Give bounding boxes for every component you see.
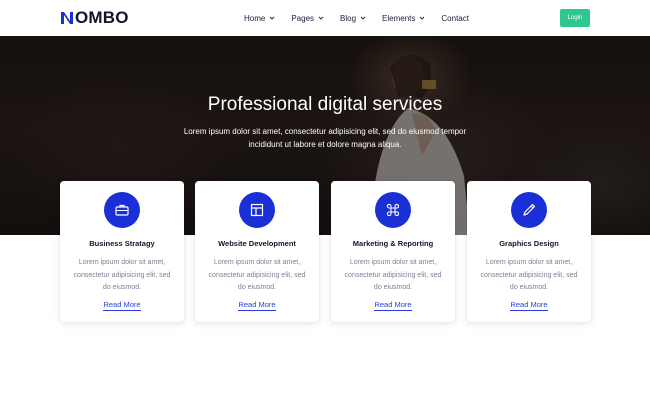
service-card: Business Stratagy Lorem ipsum dolor sit … xyxy=(60,181,184,322)
nav-item-label: Home xyxy=(244,13,266,23)
pen-icon xyxy=(511,192,547,228)
service-card: Graphics Design Lorem ipsum dolor sit am… xyxy=(467,181,591,322)
nav-item-label: Blog xyxy=(340,13,357,23)
read-more-link-wrap: Read More xyxy=(60,300,184,311)
service-description: Lorem ipsum dolor sit amet, consectetur … xyxy=(480,259,578,291)
chevron-down-icon xyxy=(318,16,324,20)
read-more-link-wrap: Read More xyxy=(195,300,319,311)
site-header: OMBO Home Pages Blog Elements Contact Lo… xyxy=(0,0,650,36)
service-title: Business Stratagy xyxy=(89,239,155,248)
chevron-down-icon xyxy=(270,16,275,20)
service-title: Graphics Design xyxy=(499,239,559,248)
read-more-link-wrap: Read More xyxy=(467,300,591,311)
logo-mark-icon xyxy=(61,12,73,24)
logo-text: OMBO xyxy=(75,8,129,27)
service-title: Website Development xyxy=(218,239,296,248)
services-list: Business Stratagy Lorem ipsum dolor sit … xyxy=(60,181,591,323)
read-more-link[interactable]: Read More xyxy=(103,300,141,311)
nav-item-contact[interactable]: Contact xyxy=(441,14,469,23)
chevron-down-icon xyxy=(420,16,425,20)
main-nav: Home Pages Blog Elements Contact xyxy=(244,0,485,36)
service-card: Marketing & Reporting Lorem ipsum dolor … xyxy=(331,181,455,322)
read-more-link[interactable]: Read More xyxy=(374,300,412,311)
service-description: Lorem ipsum dolor sit amet, consectetur … xyxy=(73,259,171,291)
service-description: Lorem ipsum dolor sit amet, consectetur … xyxy=(208,259,306,291)
nav-item-label: Elements xyxy=(382,13,416,23)
nav-item-elements[interactable]: Elements xyxy=(382,14,425,23)
read-more-link[interactable]: Read More xyxy=(238,300,276,311)
nav-item-home[interactable]: Home xyxy=(244,14,275,23)
command-icon xyxy=(375,192,411,228)
chevron-down-icon xyxy=(360,16,366,20)
read-more-link[interactable]: Read More xyxy=(510,300,548,311)
hero-subtitle: Lorem ipsum dolor sit amet, consectetur … xyxy=(183,127,467,149)
service-description: Lorem ipsum dolor sit amet, consectetur … xyxy=(344,259,442,291)
service-title: Marketing & Reporting xyxy=(352,239,434,248)
nav-item-label: Contact xyxy=(441,13,469,23)
login-button[interactable]: Login xyxy=(560,9,590,27)
service-card: Website Development Lorem ipsum dolor si… xyxy=(195,181,319,322)
nav-item-pages[interactable]: Pages xyxy=(291,14,324,23)
nav-item-label: Pages xyxy=(291,13,315,23)
read-more-link-wrap: Read More xyxy=(331,300,455,311)
briefcase-icon xyxy=(104,192,140,228)
site-logo[interactable]: OMBO xyxy=(60,9,129,27)
hero-title: Professional digital services xyxy=(207,94,443,115)
nav-item-blog[interactable]: Blog xyxy=(340,14,366,23)
layout-icon xyxy=(239,192,275,228)
